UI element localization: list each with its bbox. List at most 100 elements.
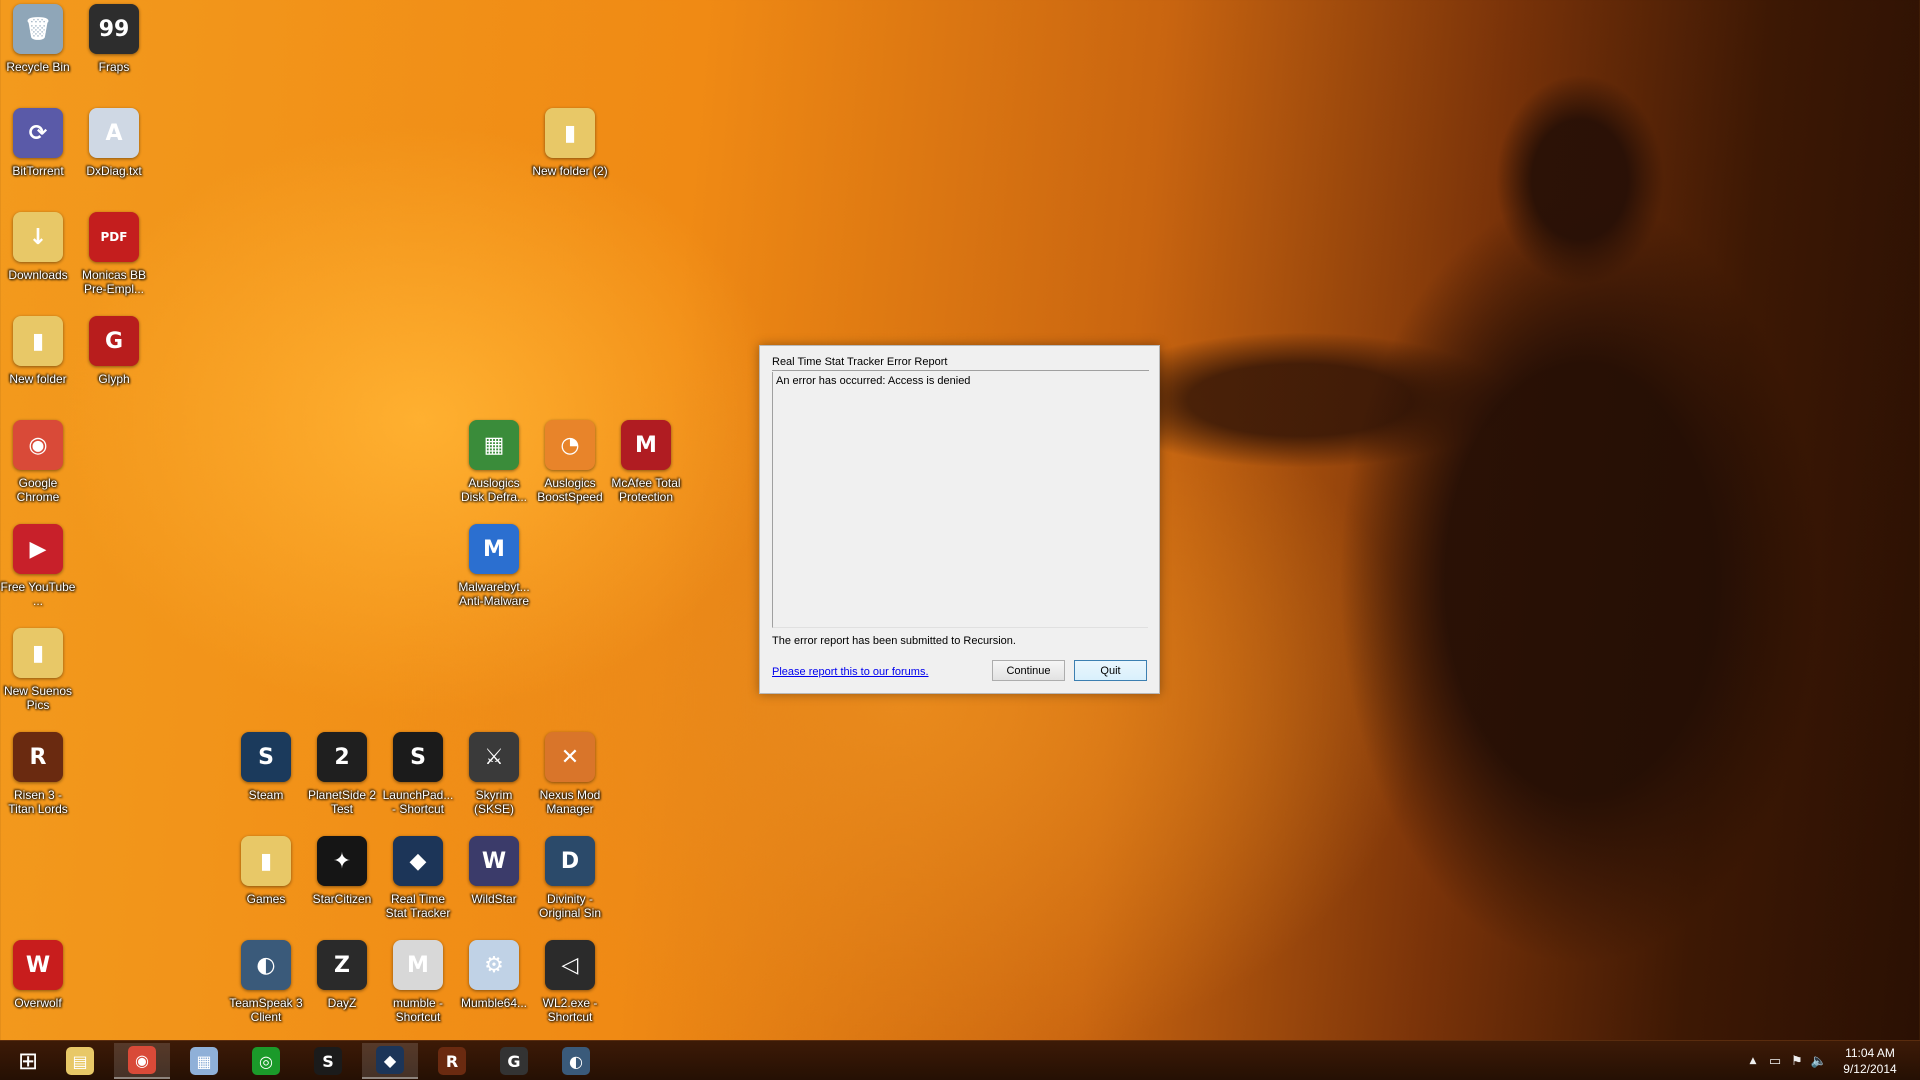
stat-tracker-icon: ◆ bbox=[393, 836, 443, 886]
desktop-icon-label: WL2.exe - Shortcut bbox=[542, 996, 598, 1024]
file-explorer-icon: ▤ bbox=[66, 1047, 94, 1075]
desktop-icon[interactable]: ◉ Google Chrome bbox=[0, 420, 76, 524]
taskbar-start-button[interactable]: ⊞ bbox=[0, 1043, 56, 1079]
teamspeak-icon: ◐ bbox=[241, 940, 291, 990]
recycle-bin-icon: 🗑 bbox=[13, 4, 63, 54]
taskbar-risen-button[interactable]: R bbox=[424, 1043, 480, 1079]
taskbar-razer-button[interactable]: ◎ bbox=[238, 1043, 294, 1079]
desktop-icon[interactable]: 99 Fraps bbox=[76, 4, 152, 108]
taskbar-launchpad-button[interactable]: S bbox=[300, 1043, 356, 1079]
steam-icon: S bbox=[241, 732, 291, 782]
clock-time: 11:04 AM bbox=[1845, 1046, 1895, 1060]
taskbar-stat-tracker-button[interactable]: ◆ bbox=[362, 1043, 418, 1079]
boostspeed-icon: ◔ bbox=[545, 420, 595, 470]
taskbar: ⊞ ▤ ◉ ▦ ◎ S ◆ R G ◐ ▲ ▭ ⚑ 🔈 11:04 AM 9/12/2014 bbox=[0, 1040, 1920, 1080]
launchpad-icon: S bbox=[393, 732, 443, 782]
desktop-icon[interactable]: A DxDiag.txt bbox=[76, 108, 152, 212]
folder-icon: ▮ bbox=[13, 628, 63, 678]
taskbar-calculator-button[interactable]: ▦ bbox=[176, 1043, 232, 1079]
desktop-icon[interactable]: W WildStar bbox=[456, 836, 532, 940]
desktop-icon[interactable]: S LaunchPad... - Shortcut bbox=[380, 732, 456, 836]
desktop-icon-label: McAfee Total Protection bbox=[611, 476, 681, 504]
desktop-icon[interactable]: M Malwarebyt... Anti-Malware bbox=[456, 524, 532, 628]
desktop-icon-label: Auslogics Disk Defra... bbox=[460, 476, 527, 504]
show-hidden-icons-chevron-icon[interactable]: ▲ bbox=[1742, 1041, 1764, 1080]
desktop-icon-label: New folder bbox=[9, 372, 67, 386]
desktop-icon[interactable]: ⚙ Mumble64... bbox=[456, 940, 532, 1044]
taskbar-glyph-button[interactable]: G bbox=[486, 1043, 542, 1079]
desktop-icon[interactable]: G Glyph bbox=[76, 316, 152, 420]
desktop-icon[interactable]: PDF Monicas BB Pre-Empl... bbox=[76, 212, 152, 316]
desktop-icon-label: PlanetSide 2 Test bbox=[307, 788, 377, 816]
desktop-icon-label: Real Time Stat Tracker bbox=[385, 892, 451, 920]
desktop-icon[interactable]: ⚔ Skyrim (SKSE) bbox=[456, 732, 532, 836]
desktop-icon-label: Mumble64... bbox=[460, 996, 528, 1010]
clock-date: 9/12/2014 bbox=[1843, 1062, 1897, 1076]
desktop-icon[interactable]: ▶ Free YouTube ... bbox=[0, 524, 76, 628]
starcitizen-icon: ✦ bbox=[317, 836, 367, 886]
error-text-area[interactable]: An error has occurred: Access is denied bbox=[772, 372, 1148, 628]
mumble64-icon: ⚙ bbox=[469, 940, 519, 990]
taskbar-file-explorer-button[interactable]: ▤ bbox=[52, 1043, 108, 1079]
desktop-icon[interactable]: ◆ Real Time Stat Tracker bbox=[380, 836, 456, 940]
report-forums-link[interactable]: Please report this to our forums. bbox=[772, 666, 929, 678]
desktop-icon-label: Google Chrome bbox=[16, 476, 60, 504]
desktop-icon[interactable]: ◐ TeamSpeak 3 Client bbox=[228, 940, 304, 1044]
desktop-icon-label: Divinity - Original Sin bbox=[538, 892, 602, 920]
desktop-icon[interactable]: D Divinity - Original Sin bbox=[532, 836, 608, 940]
desktop-icon[interactable]: ▮ New folder (2) bbox=[532, 108, 608, 212]
razer-icon: ◎ bbox=[252, 1047, 280, 1075]
desktop-icon-label: DayZ bbox=[327, 996, 357, 1010]
taskbar-teamspeak-button[interactable]: ◐ bbox=[548, 1043, 604, 1079]
mumble-icon: M bbox=[393, 940, 443, 990]
desktop-icon-label: Skyrim (SKSE) bbox=[473, 788, 514, 816]
desktop-icon[interactable]: ✕ Nexus Mod Manager bbox=[532, 732, 608, 836]
desktop-icon-label: Downloads bbox=[8, 268, 68, 282]
defrag-icon: ▦ bbox=[469, 420, 519, 470]
network-icon[interactable]: ▭ bbox=[1764, 1041, 1786, 1080]
continue-button[interactable]: Continue bbox=[992, 660, 1065, 681]
dialog-divider bbox=[772, 370, 1149, 371]
desktop-icon-label: Monicas BB Pre-Empl... bbox=[81, 268, 147, 296]
risen-icon: R bbox=[13, 732, 63, 782]
risen-icon: R bbox=[438, 1047, 466, 1075]
wallpaper-firefighter bbox=[1150, 60, 1920, 1040]
desktop-icon[interactable]: Mmumble - Shortcut bbox=[380, 940, 456, 1044]
action-center-flag-icon[interactable]: ⚑ bbox=[1786, 1041, 1808, 1080]
desktop-icon-label: Steam bbox=[248, 788, 284, 802]
chrome-icon: ◉ bbox=[13, 420, 63, 470]
desktop-icon[interactable]: ✦ StarCitizen bbox=[304, 836, 380, 940]
desktop-icon[interactable]: M McAfee Total Protection bbox=[608, 420, 684, 524]
bittorrent-icon: ⟳ bbox=[13, 108, 63, 158]
folder-icon: ▮ bbox=[241, 836, 291, 886]
desktop-icon[interactable]: ▦ Auslogics Disk Defra... bbox=[456, 420, 532, 524]
desktop-icon[interactable]: W Overwolf bbox=[0, 940, 76, 1044]
desktop-icon[interactable]: ▮ Games bbox=[228, 836, 304, 940]
folder-icon: ▮ bbox=[13, 316, 63, 366]
pdf-icon: PDF bbox=[89, 212, 139, 262]
desktop-icon[interactable]: R Risen 3 - Titan Lords bbox=[0, 732, 76, 836]
unity-icon: ◁ bbox=[545, 940, 595, 990]
teamspeak-icon: ◐ bbox=[562, 1047, 590, 1075]
downloads-folder-icon: ↓ bbox=[13, 212, 63, 262]
taskbar-chrome-button[interactable]: ◉ bbox=[114, 1043, 170, 1079]
dialog-title: Real Time Stat Tracker Error Report bbox=[772, 356, 948, 368]
volume-icon[interactable]: 🔈 bbox=[1808, 1041, 1830, 1080]
desktop-icon[interactable]: ▮ New Suenos Pics bbox=[0, 628, 76, 732]
desktop-icon[interactable]: 2 PlanetSide 2 Test bbox=[304, 732, 380, 836]
calculator-icon: ▦ bbox=[190, 1047, 218, 1075]
quit-button[interactable]: Quit bbox=[1074, 660, 1147, 681]
desktop-icon[interactable]: Z DayZ bbox=[304, 940, 380, 1044]
nexus-icon: ✕ bbox=[545, 732, 595, 782]
clock[interactable]: 11:04 AM 9/12/2014 bbox=[1830, 1045, 1910, 1077]
desktop-icon-label: StarCitizen bbox=[312, 892, 372, 906]
desktop-icon-label: BitTorrent bbox=[12, 164, 64, 178]
desktop-icon[interactable]: ◁ WL2.exe - Shortcut bbox=[532, 940, 608, 1044]
desktop-icon[interactable]: ↓ Downloads bbox=[0, 212, 76, 316]
desktop-icon[interactable]: ▮ New folder bbox=[0, 316, 76, 420]
desktop-icon[interactable]: ⟳ BitTorrent bbox=[0, 108, 76, 212]
desktop-icon-label: Nexus Mod Manager bbox=[539, 788, 601, 816]
desktop-icon[interactable]: S Steam bbox=[228, 732, 304, 836]
desktop-icon[interactable]: ◔ Auslogics BoostSpeed bbox=[532, 420, 608, 524]
desktop-icon[interactable]: 🗑 Recycle Bin bbox=[0, 4, 76, 108]
